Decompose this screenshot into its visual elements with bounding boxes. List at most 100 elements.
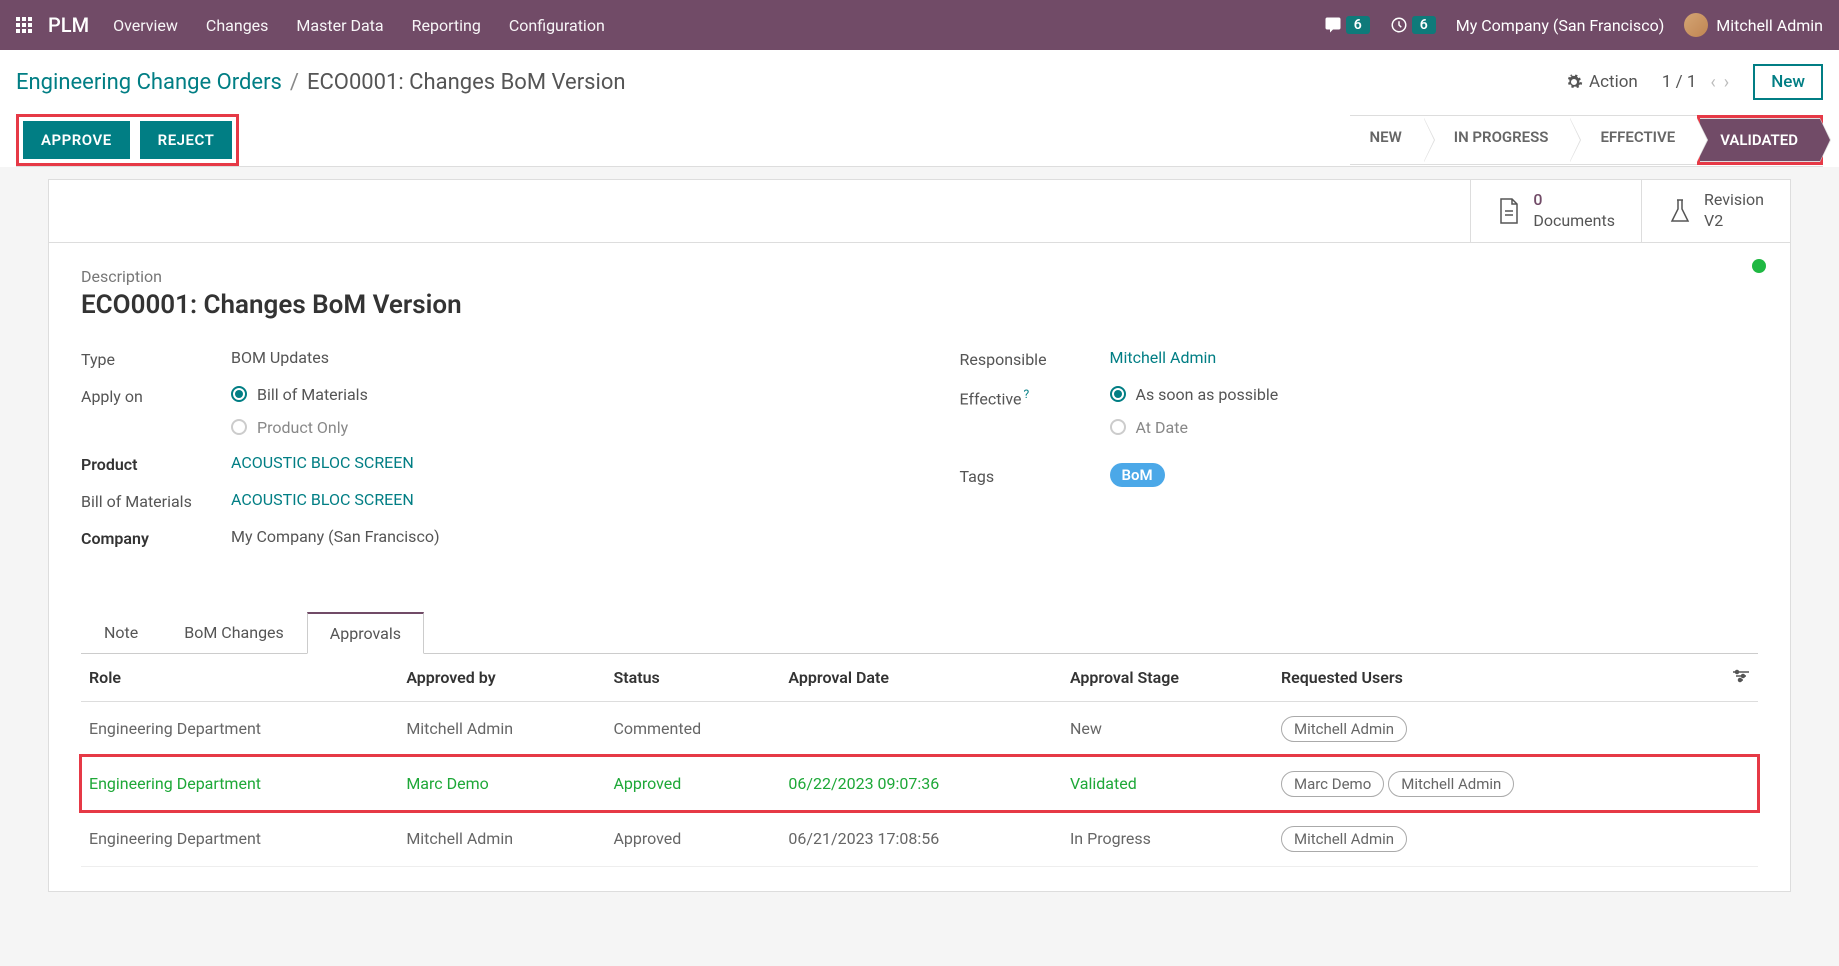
- documents-label: Documents: [1533, 211, 1615, 232]
- user-menu[interactable]: Mitchell Admin: [1684, 13, 1823, 37]
- cell-status: Approved: [605, 811, 780, 866]
- tab-approvals[interactable]: Approvals: [307, 612, 424, 654]
- user-chip[interactable]: Mitchell Admin: [1388, 771, 1514, 797]
- kanban-state-icon[interactable]: [1752, 259, 1766, 273]
- form-grid: Type BOM Updates Apply on Bill of Materi…: [81, 348, 1758, 564]
- pager-next-icon[interactable]: ›: [1724, 72, 1729, 93]
- tabs: Note BoM Changes Approvals: [81, 612, 1758, 654]
- effective-at-date[interactable]: At Date: [1110, 418, 1759, 437]
- nav-master-data[interactable]: Master Data: [296, 16, 383, 35]
- pager-prev-icon[interactable]: ‹: [1710, 72, 1715, 93]
- cell-stage: New: [1062, 701, 1273, 756]
- product-link[interactable]: ACOUSTIC BLOC SCREEN: [231, 453, 414, 472]
- form-right-column: Responsible Mitchell Admin Effective? As…: [960, 348, 1759, 564]
- breadcrumb-root[interactable]: Engineering Change Orders: [16, 70, 282, 95]
- top-nav: PLM Overview Changes Master Data Reporti…: [0, 0, 1839, 50]
- effective-label: Effective?: [960, 385, 1110, 408]
- nav-changes[interactable]: Changes: [206, 16, 269, 35]
- radio-icon: [231, 419, 247, 435]
- radio-label: Bill of Materials: [257, 385, 368, 404]
- app-title: PLM: [48, 13, 89, 37]
- apps-icon[interactable]: [16, 17, 32, 33]
- table-row[interactable]: Engineering DepartmentMitchell AdminComm…: [81, 701, 1758, 756]
- approve-button[interactable]: APPROVE: [23, 121, 130, 159]
- apply-on-label: Apply on: [81, 385, 231, 406]
- pager-count: 1 / 1: [1662, 72, 1697, 92]
- nav-configuration[interactable]: Configuration: [509, 16, 605, 35]
- action-menu[interactable]: Action: [1565, 72, 1638, 92]
- type-label: Type: [81, 348, 231, 369]
- user-chip[interactable]: Marc Demo: [1281, 771, 1384, 797]
- cell-users: Mitchell Admin: [1273, 701, 1701, 756]
- col-options[interactable]: [1701, 654, 1758, 702]
- approvals-table-wrap: Role Approved by Status Approval Date Ap…: [49, 654, 1790, 891]
- apply-on-product[interactable]: Product Only: [231, 418, 880, 437]
- tag-bom[interactable]: BoM: [1110, 463, 1165, 487]
- pager: 1 / 1 ‹ ›: [1662, 72, 1729, 93]
- header-bar: Engineering Change Orders / ECO0001: Cha…: [0, 50, 1839, 167]
- col-role[interactable]: Role: [81, 654, 398, 702]
- reject-button[interactable]: REJECT: [140, 121, 233, 159]
- cell-options: [1701, 701, 1758, 756]
- stage-effective[interactable]: EFFECTIVE: [1570, 115, 1697, 165]
- stage-in-progress[interactable]: IN PROGRESS: [1424, 115, 1571, 165]
- cell-approved-by: Mitchell Admin: [398, 701, 605, 756]
- user-name: Mitchell Admin: [1716, 16, 1823, 35]
- cell-role: Engineering Department: [81, 756, 398, 811]
- nav-overview[interactable]: Overview: [113, 16, 178, 35]
- stage-validated[interactable]: VALIDATED: [1700, 118, 1820, 162]
- cell-date: 06/21/2023 17:08:56: [780, 811, 1062, 866]
- stage-new[interactable]: NEW: [1350, 115, 1424, 165]
- revision-label: Revision: [1704, 190, 1764, 211]
- radio-label: Product Only: [257, 418, 348, 437]
- form-left-column: Type BOM Updates Apply on Bill of Materi…: [81, 348, 880, 564]
- form-sheet: 0 Documents Revision V2 Description ECO0…: [48, 179, 1791, 892]
- responsible-link[interactable]: Mitchell Admin: [1110, 348, 1217, 367]
- breadcrumb-row: Engineering Change Orders / ECO0001: Cha…: [16, 64, 1823, 100]
- cell-role: Engineering Department: [81, 701, 398, 756]
- company-selector[interactable]: My Company (San Francisco): [1456, 16, 1665, 35]
- documents-count: 0: [1533, 190, 1615, 211]
- avatar: [1684, 13, 1708, 37]
- table-row[interactable]: Engineering DepartmentMarc DemoApproved0…: [81, 756, 1758, 811]
- col-approval-stage[interactable]: Approval Stage: [1062, 654, 1273, 702]
- help-icon[interactable]: ?: [1024, 387, 1030, 401]
- table-header-row: Role Approved by Status Approval Date Ap…: [81, 654, 1758, 702]
- cell-date: 06/22/2023 09:07:36: [780, 756, 1062, 811]
- tab-note[interactable]: Note: [81, 612, 161, 654]
- nav-links: Overview Changes Master Data Reporting C…: [113, 16, 1324, 35]
- col-requested-users[interactable]: Requested Users: [1273, 654, 1701, 702]
- table-row[interactable]: Engineering DepartmentMitchell AdminAppr…: [81, 811, 1758, 866]
- form-body: Description ECO0001: Changes BoM Version…: [49, 243, 1790, 588]
- nav-reporting[interactable]: Reporting: [412, 16, 481, 35]
- new-button[interactable]: New: [1753, 64, 1823, 100]
- bom-link[interactable]: ACOUSTIC BLOC SCREEN: [231, 490, 414, 509]
- breadcrumb-current: ECO0001: Changes BoM Version: [307, 70, 626, 95]
- activities-button[interactable]: 6: [1390, 16, 1436, 34]
- cell-options: [1701, 756, 1758, 811]
- user-chip[interactable]: Mitchell Admin: [1281, 826, 1407, 852]
- company-value: My Company (San Francisco): [231, 527, 880, 546]
- apply-on-bom[interactable]: Bill of Materials: [231, 385, 880, 404]
- highlight-validated: VALIDATED: [1697, 115, 1823, 165]
- user-chip[interactable]: Mitchell Admin: [1281, 716, 1407, 742]
- cell-status: Commented: [605, 701, 780, 756]
- status-bar: APPROVE REJECT NEW IN PROGRESS EFFECTIVE…: [16, 114, 1823, 167]
- col-status[interactable]: Status: [605, 654, 780, 702]
- effective-asap[interactable]: As soon as possible: [1110, 385, 1759, 404]
- revision-stat[interactable]: Revision V2: [1641, 180, 1790, 242]
- chat-button[interactable]: 6: [1324, 16, 1370, 34]
- nav-right: 6 6 My Company (San Francisco) Mitchell …: [1324, 13, 1823, 37]
- stat-buttons: 0 Documents Revision V2: [49, 180, 1790, 243]
- radio-label: As soon as possible: [1136, 385, 1279, 404]
- activities-badge: 6: [1412, 16, 1436, 34]
- col-approval-date[interactable]: Approval Date: [780, 654, 1062, 702]
- cell-date: [780, 701, 1062, 756]
- documents-stat[interactable]: 0 Documents: [1470, 180, 1641, 242]
- tab-bom-changes[interactable]: BoM Changes: [161, 612, 307, 654]
- revision-value: V2: [1704, 211, 1764, 232]
- col-approved-by[interactable]: Approved by: [398, 654, 605, 702]
- action-label: Action: [1589, 72, 1638, 92]
- apply-on-radio-group: Bill of Materials Product Only: [231, 385, 880, 437]
- bom-label: Bill of Materials: [81, 490, 231, 511]
